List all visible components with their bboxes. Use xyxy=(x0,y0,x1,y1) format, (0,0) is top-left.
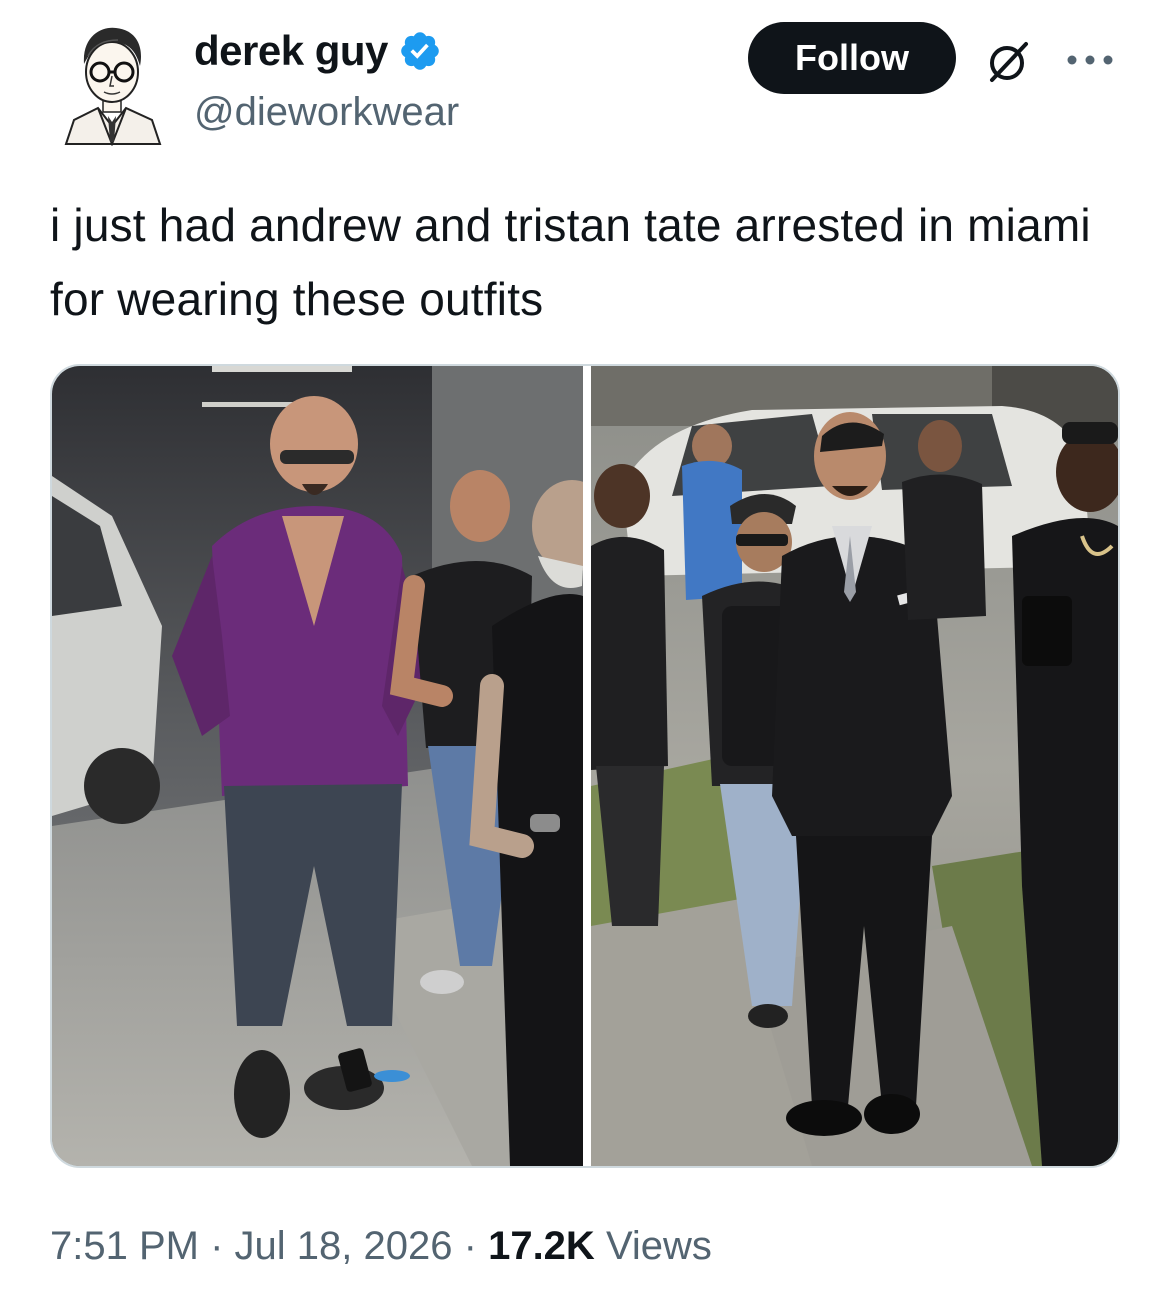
avatar[interactable] xyxy=(60,16,164,147)
tweet-text: i just had andrew and tristan tate arres… xyxy=(50,199,1091,325)
author-display-name[interactable]: derek guy xyxy=(194,26,388,76)
tweet-time[interactable]: 7:51 PM xyxy=(50,1224,199,1268)
photo-right[interactable] xyxy=(591,366,1118,1166)
meta-separator: · xyxy=(210,1224,224,1268)
views-count[interactable]: 17.2K xyxy=(488,1224,595,1268)
photo-divider xyxy=(583,366,591,1166)
meta-separator: · xyxy=(463,1224,477,1268)
more-options-icon[interactable] xyxy=(1062,40,1118,80)
tweet-date[interactable]: Jul 18, 2026 xyxy=(235,1224,453,1268)
follow-button[interactable]: Follow xyxy=(748,22,956,94)
verified-badge-icon[interactable] xyxy=(398,29,442,73)
tweet-meta: 7:51 PM · Jul 18, 2026 · 17.2K Views xyxy=(50,1222,712,1270)
author-name-row[interactable]: derek guy xyxy=(194,26,442,76)
grok-icon[interactable] xyxy=(982,34,1036,88)
tweet-media[interactable] xyxy=(50,364,1120,1168)
photo-left[interactable] xyxy=(52,366,612,1166)
views-label[interactable]: Views xyxy=(606,1224,712,1268)
author-handle[interactable]: @dieworkwear xyxy=(194,88,459,136)
avatar-illustration xyxy=(64,27,162,147)
